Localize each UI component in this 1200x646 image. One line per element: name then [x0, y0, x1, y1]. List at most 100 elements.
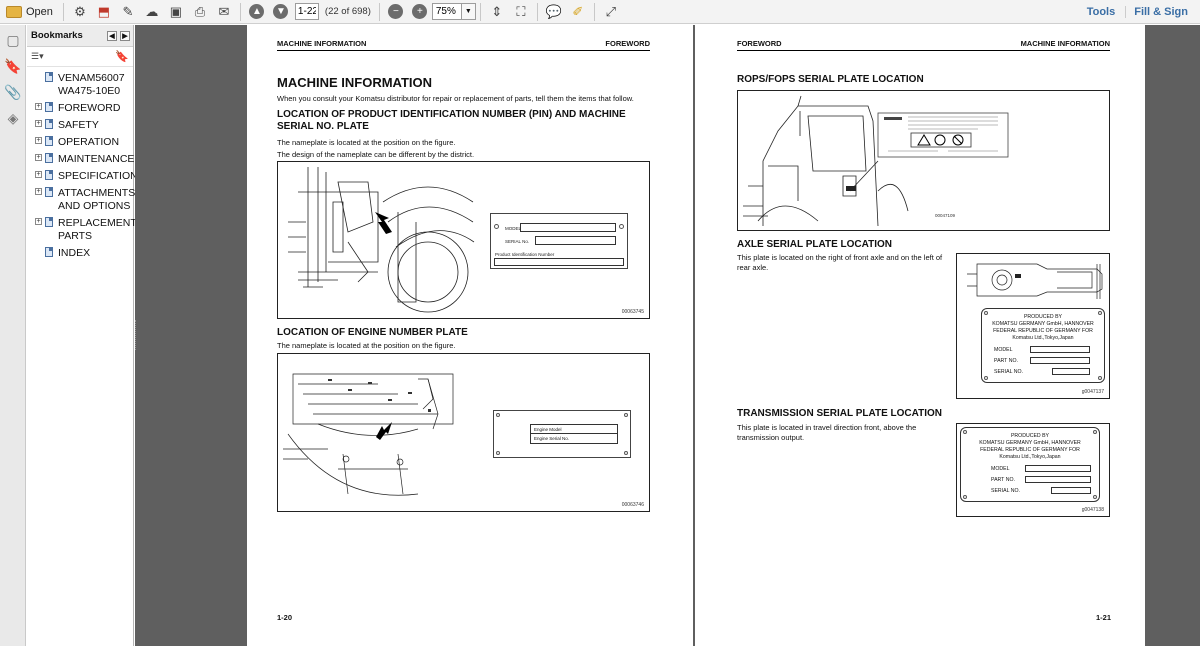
- minus-icon: −: [388, 4, 404, 19]
- expand-icon[interactable]: +: [35, 103, 42, 110]
- bookmark-icon: [45, 119, 53, 129]
- close-panel-icon[interactable]: ▶: [120, 30, 130, 41]
- bookmark-icon: [45, 217, 53, 227]
- transmission-text: This plate is located in travel directio…: [737, 423, 917, 442]
- intro-text: When you consult your Komatsu distributo…: [277, 94, 634, 103]
- page-number-input[interactable]: [294, 3, 319, 20]
- fit-width-icon[interactable]: ⛶: [511, 2, 531, 22]
- section-title-engine: LOCATION OF ENGINE NUMBER PLATE: [277, 327, 468, 338]
- arrow-up-icon: ▲: [249, 4, 265, 19]
- bookmark-label: ATTACHMENTS AND OPTIONS: [58, 187, 136, 212]
- bookmark-item[interactable]: VENAM56007 WA475-10E0: [27, 72, 133, 98]
- bookmark-item[interactable]: + FOREWORD: [27, 102, 133, 115]
- header-rule: [277, 50, 650, 51]
- axle-drawing: [967, 263, 1103, 299]
- figure-rops-plate: 00047109: [737, 90, 1110, 231]
- figure-code: 00063745: [621, 309, 644, 315]
- plus-icon: +: [412, 4, 428, 19]
- expand-icon[interactable]: +: [35, 137, 42, 144]
- fill-sign-link[interactable]: Fill & Sign: [1125, 6, 1200, 18]
- bookmark-label: MAINTENANCE: [58, 153, 135, 165]
- bookmarks-header: Bookmarks ◀ ▶: [27, 25, 133, 47]
- collapse-panel-icon[interactable]: ◀: [107, 30, 117, 41]
- highlight-icon[interactable]: ✐: [568, 2, 588, 22]
- bookmark-item[interactable]: + REPLACEMENT PARTS: [27, 217, 137, 243]
- engine-text: The nameplate is located at the position…: [277, 341, 456, 350]
- page-number: 1-21: [1095, 613, 1111, 622]
- bookmark-label: REPLACEMENT PARTS: [58, 217, 137, 242]
- running-header-right: MACHINE INFORMATION: [1020, 39, 1110, 48]
- figure-code: 00063746: [621, 502, 644, 508]
- bookmark-icon: [45, 102, 53, 112]
- header-rule: [737, 50, 1110, 51]
- zoom-input[interactable]: [431, 3, 462, 20]
- expand-icon[interactable]: +: [35, 218, 42, 225]
- bookmark-icon: [45, 247, 53, 257]
- bookmarks-panel: Bookmarks ◀ ▶ ☰▾ 🔖 VENAM56007 WA475-10E0…: [27, 25, 145, 646]
- fit-page-icon[interactable]: ⇕: [487, 2, 507, 22]
- open-button[interactable]: Open: [2, 2, 57, 22]
- page-number: 1-20: [277, 613, 293, 622]
- expand-icon[interactable]: +: [35, 154, 42, 161]
- email-icon[interactable]: ✉: [214, 2, 234, 22]
- bookmark-item[interactable]: + OPERATION: [27, 136, 133, 149]
- attachment-icon[interactable]: 📎: [4, 83, 22, 101]
- document-area: MACHINE INFORMATION FOREWORD MACHINE INF…: [135, 25, 1200, 646]
- create-pdf-icon[interactable]: ⚙: [70, 2, 90, 22]
- section-title-pin: LOCATION OF PRODUCT IDENTIFICATION NUMBE…: [277, 109, 626, 132]
- expand-icon[interactable]: ⤢: [601, 2, 621, 22]
- export-pdf-icon[interactable]: ⬒: [94, 2, 114, 22]
- running-header-right: FOREWORD: [605, 39, 650, 48]
- panel-splitter[interactable]: [135, 320, 138, 350]
- edit-pdf-icon[interactable]: ✎: [118, 2, 138, 22]
- comment-icon[interactable]: 💬: [544, 2, 564, 22]
- bookmark-icon: [45, 187, 53, 197]
- navigation-rail: ▢ 🔖 📎 ◈: [0, 25, 26, 646]
- bookmark-label: VENAM56007 WA475-10E0: [58, 72, 125, 97]
- page-1-20: MACHINE INFORMATION FOREWORD MACHINE INF…: [247, 25, 693, 646]
- folder-icon: [6, 5, 22, 18]
- section-title-transmission: TRANSMISSION SERIAL PLATE LOCATION: [737, 408, 943, 419]
- bookmark-label: SAFETY: [58, 119, 99, 131]
- bookmark-panel-icon[interactable]: 🔖: [4, 57, 22, 75]
- figure-transmission-plate: PRODUCED BY KOMATSU GERMANY GmbH, HANNOV…: [956, 423, 1110, 517]
- print-icon[interactable]: ⎙: [190, 2, 210, 22]
- next-page-button[interactable]: ▼: [271, 2, 291, 22]
- expand-icon[interactable]: +: [35, 120, 42, 127]
- running-header-left: FOREWORD: [737, 39, 782, 48]
- figure-axle-plate: PRODUCED BY KOMATSU GERMANY GmbH, HANNOV…: [956, 253, 1110, 399]
- upload-cloud-icon[interactable]: ☁: [142, 2, 162, 22]
- pointer-arrow-icon: [375, 212, 392, 234]
- bookmark-item[interactable]: INDEX: [27, 247, 133, 260]
- engine-nameplate: Engine Model Engine Serial No.: [493, 410, 631, 458]
- bookmark-icon: [45, 136, 53, 146]
- page-thumbnails-icon[interactable]: ▢: [4, 31, 22, 49]
- page-title: MACHINE INFORMATION: [277, 75, 433, 90]
- figure-pin-location: MODEL SERIAL No. Product Identification …: [277, 161, 650, 319]
- expand-icon[interactable]: +: [35, 171, 42, 178]
- zoom-dropdown[interactable]: ▼: [461, 3, 476, 20]
- zoom-in-button[interactable]: +: [410, 2, 430, 22]
- bookmarks-toolbar: ☰▾ 🔖: [27, 47, 133, 67]
- cab-drawing: 00047109: [743, 95, 1009, 227]
- bookmark-item[interactable]: + MAINTENANCE: [27, 153, 135, 166]
- bookmark-item[interactable]: + SAFETY: [27, 119, 133, 132]
- bookmark-item[interactable]: + SPECIFICATIONS: [27, 170, 145, 183]
- section-title-rops: ROPS/FOPS SERIAL PLATE LOCATION: [737, 74, 924, 85]
- expand-icon[interactable]: +: [35, 188, 42, 195]
- figure-code: g0047138: [1081, 507, 1104, 513]
- layers-icon[interactable]: ◈: [4, 109, 22, 127]
- running-header-left: MACHINE INFORMATION: [277, 39, 367, 48]
- bookmark-label: OPERATION: [58, 136, 120, 148]
- previous-page-button[interactable]: ▲: [247, 2, 267, 22]
- tools-link[interactable]: Tools: [1077, 6, 1126, 18]
- find-bookmark-icon[interactable]: 🔖: [115, 50, 129, 63]
- bookmark-label: FOREWORD: [58, 102, 121, 114]
- bookmark-icon: [45, 170, 53, 180]
- section-title-axle: AXLE SERIAL PLATE LOCATION: [737, 239, 893, 250]
- machine-frame-drawing: [288, 167, 475, 313]
- options-menu-icon[interactable]: ☰▾: [31, 51, 44, 62]
- bookmark-item[interactable]: + ATTACHMENTS AND OPTIONS: [27, 187, 136, 213]
- zoom-out-button[interactable]: −: [386, 2, 406, 22]
- save-icon[interactable]: ▣: [166, 2, 186, 22]
